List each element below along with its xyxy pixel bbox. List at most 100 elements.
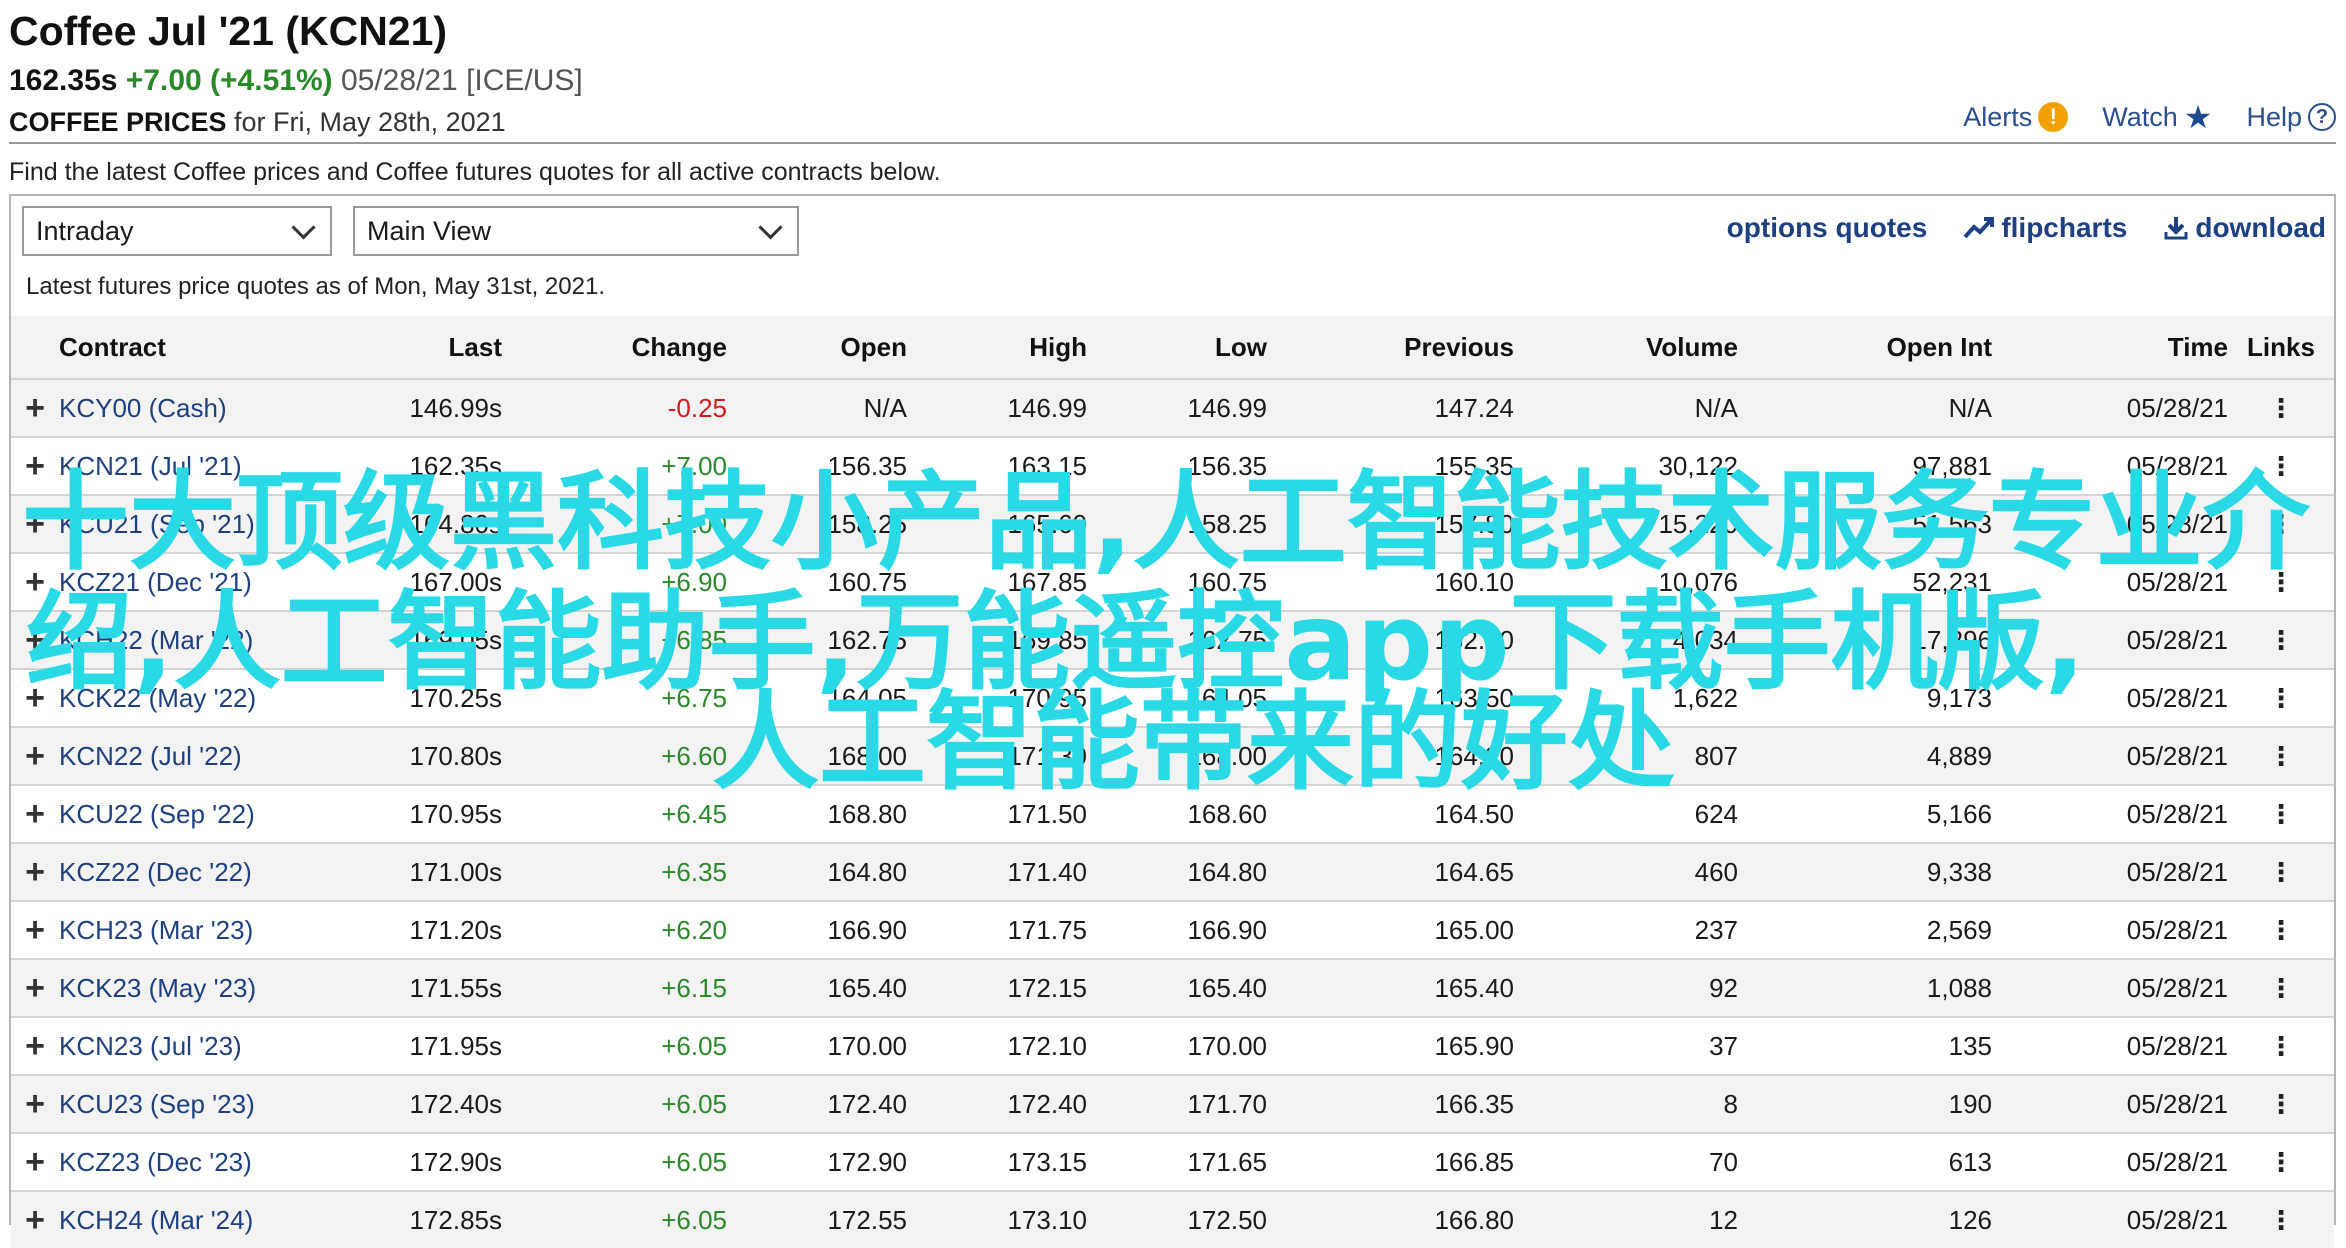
cell-previous: 166.35	[1267, 1074, 1514, 1133]
alert-icon: !	[2038, 102, 2069, 132]
cell-high: 146.99	[907, 378, 1087, 437]
contract-link[interactable]: KCK23 (May '23)	[59, 958, 289, 1017]
expand-plus-icon[interactable]: +	[11, 958, 59, 1017]
more-options-icon[interactable]: ⋮	[2228, 1016, 2334, 1075]
download-link[interactable]: download	[2163, 212, 2326, 244]
chevron-down-icon	[758, 214, 783, 240]
contract-link[interactable]: KCY00 (Cash)	[59, 378, 289, 437]
more-options-icon[interactable]: ⋮	[2228, 1190, 2334, 1248]
cell-open-int: 4,889	[1738, 726, 1992, 785]
table-row: + KCH23 (Mar '23) 171.20s +6.20 166.90 171.75…	[11, 900, 2334, 959]
flipcharts-link[interactable]: flipcharts	[1963, 212, 2127, 244]
contract-link[interactable]: KCZ23 (Dec '23)	[59, 1132, 289, 1191]
view-select[interactable]: Main View	[353, 206, 799, 256]
cell-last: 171.55s	[289, 958, 502, 1017]
cell-previous: 147.24	[1267, 378, 1514, 437]
expand-plus-icon[interactable]: +	[11, 900, 59, 959]
contract-link[interactable]: KCU23 (Sep '23)	[59, 1074, 289, 1133]
cell-low: 171.65	[1087, 1132, 1267, 1191]
more-options-icon[interactable]: ⋮	[2228, 842, 2334, 901]
cell-open: 166.90	[727, 900, 907, 959]
cell-time: 05/28/21	[1992, 842, 2228, 901]
help-icon: ?	[2308, 103, 2336, 131]
cell-volume: 12	[1514, 1190, 1738, 1248]
expand-plus-icon[interactable]: +	[11, 1074, 59, 1133]
subtitle-date: for Fri, May 28th, 2021	[226, 107, 506, 137]
cell-last: 171.95s	[289, 1016, 502, 1075]
contract-link[interactable]: KCZ22 (Dec '22)	[59, 842, 289, 901]
cell-volume: 37	[1514, 1016, 1738, 1075]
col-open-int[interactable]: Open Int	[1738, 316, 1992, 379]
cell-previous: 165.90	[1267, 1016, 1514, 1075]
trend-icon	[1963, 217, 1995, 239]
cell-previous: 166.80	[1267, 1190, 1514, 1248]
cell-open: 172.90	[727, 1132, 907, 1191]
cell-high: 171.75	[907, 900, 1087, 959]
contract-link[interactable]: KCH23 (Mar '23)	[59, 900, 289, 959]
cell-open: 172.55	[727, 1190, 907, 1248]
expand-plus-icon[interactable]: +	[11, 378, 59, 437]
contract-link[interactable]: KCN23 (Jul '23)	[59, 1016, 289, 1075]
cell-low: 171.70	[1087, 1074, 1267, 1133]
more-options-icon[interactable]: ⋮	[2228, 378, 2334, 437]
cell-open: 165.40	[727, 958, 907, 1017]
col-change[interactable]: Change	[502, 316, 727, 379]
more-options-icon[interactable]: ⋮	[2228, 726, 2334, 785]
cell-volume: 460	[1514, 842, 1738, 901]
cell-time: 05/28/21	[1992, 900, 2228, 959]
expand-plus-icon[interactable]: +	[11, 726, 59, 785]
options-quotes-link[interactable]: options quotes	[1727, 212, 1928, 244]
expand-plus-icon[interactable]: +	[11, 1016, 59, 1075]
help-link[interactable]: Help ?	[2246, 101, 2336, 133]
expand-plus-icon[interactable]: +	[11, 842, 59, 901]
cell-high: 171.40	[907, 842, 1087, 901]
download-label: download	[2195, 212, 2326, 243]
watch-link[interactable]: Watch ★	[2102, 101, 2212, 133]
cell-open-int: 613	[1738, 1132, 1992, 1191]
cell-low: 165.40	[1087, 958, 1267, 1017]
cell-last: 172.85s	[289, 1190, 502, 1248]
more-options-icon[interactable]: ⋮	[2228, 958, 2334, 1017]
cell-high: 173.10	[907, 1190, 1087, 1248]
more-options-icon[interactable]: ⋮	[2228, 1074, 2334, 1133]
cell-previous: 165.40	[1267, 958, 1514, 1017]
expand-plus-icon[interactable]: +	[11, 1132, 59, 1191]
more-options-icon[interactable]: ⋮	[2228, 610, 2334, 669]
cell-previous: 165.00	[1267, 900, 1514, 959]
col-open[interactable]: Open	[727, 316, 907, 379]
col-volume[interactable]: Volume	[1514, 316, 1738, 379]
expand-plus-icon[interactable]: +	[11, 1190, 59, 1248]
quote-date-exchange: 05/28/21 [ICE/US]	[340, 64, 583, 97]
alerts-link[interactable]: Alerts !	[1963, 101, 2069, 133]
cell-change: +6.45	[502, 784, 727, 843]
more-options-icon[interactable]: ⋮	[2228, 900, 2334, 959]
cell-change: +6.60	[502, 726, 727, 785]
col-last[interactable]: Last	[289, 316, 502, 379]
cell-open-int: 2,569	[1738, 900, 1992, 959]
col-time[interactable]: Time	[1992, 316, 2228, 379]
col-contract[interactable]: Contract	[59, 316, 289, 379]
contract-link[interactable]: KCU22 (Sep '22)	[59, 784, 289, 843]
cell-change: +6.05	[502, 1132, 727, 1191]
cell-volume: 8	[1514, 1074, 1738, 1133]
cell-change: +6.15	[502, 958, 727, 1017]
col-low[interactable]: Low	[1087, 316, 1267, 379]
col-high[interactable]: High	[907, 316, 1087, 379]
more-options-icon[interactable]: ⋮	[2228, 668, 2334, 727]
cell-volume: 92	[1514, 958, 1738, 1017]
table-row: + KCZ23 (Dec '23) 172.90s +6.05 172.90 173.15…	[11, 1132, 2334, 1191]
last-price: 162.35s	[9, 64, 118, 97]
cell-change: -0.25	[502, 378, 727, 437]
col-previous[interactable]: Previous	[1267, 316, 1514, 379]
cell-low: 170.00	[1087, 1016, 1267, 1075]
expand-plus-icon[interactable]: +	[11, 784, 59, 843]
more-options-icon[interactable]: ⋮	[2228, 784, 2334, 843]
more-options-icon[interactable]: ⋮	[2228, 1132, 2334, 1191]
contract-link[interactable]: KCN22 (Jul '22)	[59, 726, 289, 785]
period-select[interactable]: Intraday	[22, 206, 332, 256]
contract-link[interactable]: KCH24 (Mar '24)	[59, 1190, 289, 1248]
star-icon: ★	[2183, 99, 2213, 135]
cell-last: 172.40s	[289, 1074, 502, 1133]
cell-change: +6.05	[502, 1016, 727, 1075]
table-row: + KCU23 (Sep '23) 172.40s +6.05 172.40 172.40…	[11, 1074, 2334, 1133]
